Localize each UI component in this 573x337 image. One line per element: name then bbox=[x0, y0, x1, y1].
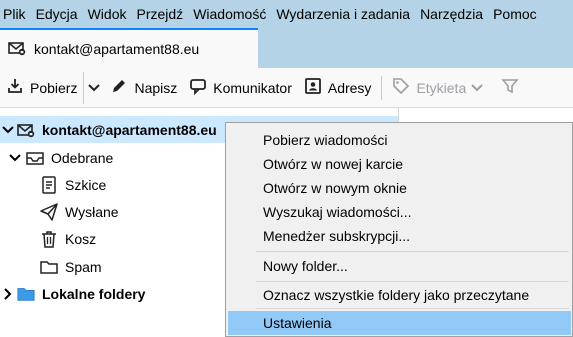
main-toolbar: Pobierz Napisz Komunikator Adresy Etykie… bbox=[0, 68, 573, 108]
folder-label-drafts: Szkice bbox=[65, 176, 107, 193]
write-button[interactable]: Napisz bbox=[104, 72, 183, 104]
filter-icon bbox=[501, 77, 525, 98]
menu-item-label: Pobierz wiadomości bbox=[263, 132, 388, 148]
get-messages-dropdown[interactable] bbox=[83, 71, 104, 104]
chevron-down-icon[interactable] bbox=[8, 153, 22, 163]
tag-button[interactable]: Etykieta bbox=[386, 72, 495, 104]
get-messages-label: Pobierz bbox=[30, 79, 78, 96]
folder-context-menu: Pobierz wiadomości Otwórz w nowej karcie… bbox=[225, 122, 573, 337]
tab-strip: kontakt@apartament88.eu bbox=[0, 28, 573, 68]
menu-item-label: Oznacz wszystkie foldery jako przeczytan… bbox=[263, 287, 530, 303]
tab-account[interactable]: kontakt@apartament88.eu bbox=[0, 28, 258, 68]
menu-item-get-messages[interactable]: Pobierz wiadomości bbox=[228, 128, 571, 152]
address-book-button[interactable]: Adresy bbox=[298, 72, 378, 104]
menu-item-label: Otwórz w nowej karcie bbox=[263, 156, 404, 172]
write-label: Napisz bbox=[134, 79, 178, 96]
chat-button[interactable]: Komunikator bbox=[183, 72, 298, 104]
folder-label-sent: Wysłane bbox=[65, 203, 119, 220]
menu-item-label: Nowy folder... bbox=[263, 258, 348, 274]
chevron-right-icon[interactable] bbox=[1, 287, 15, 300]
menu-file[interactable]: Plik bbox=[0, 0, 31, 28]
menu-item-new-folder[interactable]: Nowy folder... bbox=[228, 254, 571, 278]
local-folder-icon bbox=[17, 285, 35, 303]
menu-help[interactable]: Pomoc bbox=[488, 0, 542, 28]
menu-item-open-new-window[interactable]: Otwórz w nowym oknie bbox=[228, 176, 571, 200]
menu-message[interactable]: Wiadomość bbox=[188, 0, 271, 28]
trash-icon bbox=[40, 230, 58, 248]
chevron-down-icon bbox=[471, 80, 489, 96]
menu-separator bbox=[256, 281, 569, 282]
tag-icon bbox=[392, 77, 416, 98]
menu-events-tasks[interactable]: Wydarzenia i zadania bbox=[271, 0, 415, 28]
download-icon bbox=[6, 77, 30, 98]
folder-label-local: Lokalne foldery bbox=[42, 285, 146, 302]
folder-label-account: kontakt@apartament88.eu bbox=[42, 121, 217, 138]
menu-item-search-messages[interactable]: Wyszukaj wiadomości... bbox=[228, 200, 571, 224]
mail-account-icon bbox=[8, 40, 26, 59]
get-messages-button[interactable]: Pobierz bbox=[0, 72, 83, 104]
pencil-icon bbox=[110, 77, 134, 98]
folder-label-trash: Kosz bbox=[65, 230, 97, 247]
drafts-icon bbox=[40, 175, 58, 194]
toolbar-separator bbox=[381, 75, 383, 100]
menu-go[interactable]: Przejdź bbox=[132, 0, 189, 28]
menu-separator bbox=[256, 251, 569, 252]
menu-item-label: Otwórz w nowym oknie bbox=[263, 180, 407, 196]
menu-separator bbox=[256, 308, 569, 309]
tab-label: kontakt@apartament88.eu bbox=[34, 41, 200, 57]
menu-item-label: Menedżer subskrypcji... bbox=[263, 228, 411, 244]
menu-item-label: Ustawienia bbox=[263, 315, 332, 331]
address-book-label: Adresy bbox=[327, 79, 372, 96]
menu-item-settings[interactable]: Ustawienia bbox=[228, 311, 571, 335]
address-book-icon bbox=[304, 77, 328, 98]
folder-label-spam: Spam bbox=[65, 258, 102, 275]
chevron-down-icon bbox=[88, 80, 101, 96]
menubar: Plik Edycja Widok Przejdź Wiadomość Wyda… bbox=[0, 0, 573, 28]
chat-label: Komunikator bbox=[213, 79, 292, 96]
menu-item-subscription-manager[interactable]: Menedżer subskrypcji... bbox=[228, 224, 571, 248]
menu-view[interactable]: Widok bbox=[83, 0, 132, 28]
menu-item-mark-all-read[interactable]: Oznacz wszystkie foldery jako przeczytan… bbox=[228, 283, 571, 307]
chevron-down-icon[interactable] bbox=[1, 125, 15, 135]
tag-label: Etykieta bbox=[416, 79, 467, 96]
folder-icon bbox=[40, 258, 58, 276]
mail-account-icon bbox=[17, 121, 35, 139]
menu-edit[interactable]: Edycja bbox=[31, 0, 83, 28]
filter-button[interactable] bbox=[495, 72, 531, 104]
chat-bubble-icon bbox=[189, 77, 213, 98]
send-icon bbox=[40, 202, 58, 221]
menu-item-open-new-tab[interactable]: Otwórz w nowej karcie bbox=[228, 152, 571, 176]
folder-label-inbox: Odebrane bbox=[51, 149, 114, 166]
inbox-icon bbox=[26, 149, 44, 167]
menu-tools[interactable]: Narzędzia bbox=[415, 0, 488, 28]
menu-item-label: Wyszukaj wiadomości... bbox=[263, 204, 412, 220]
